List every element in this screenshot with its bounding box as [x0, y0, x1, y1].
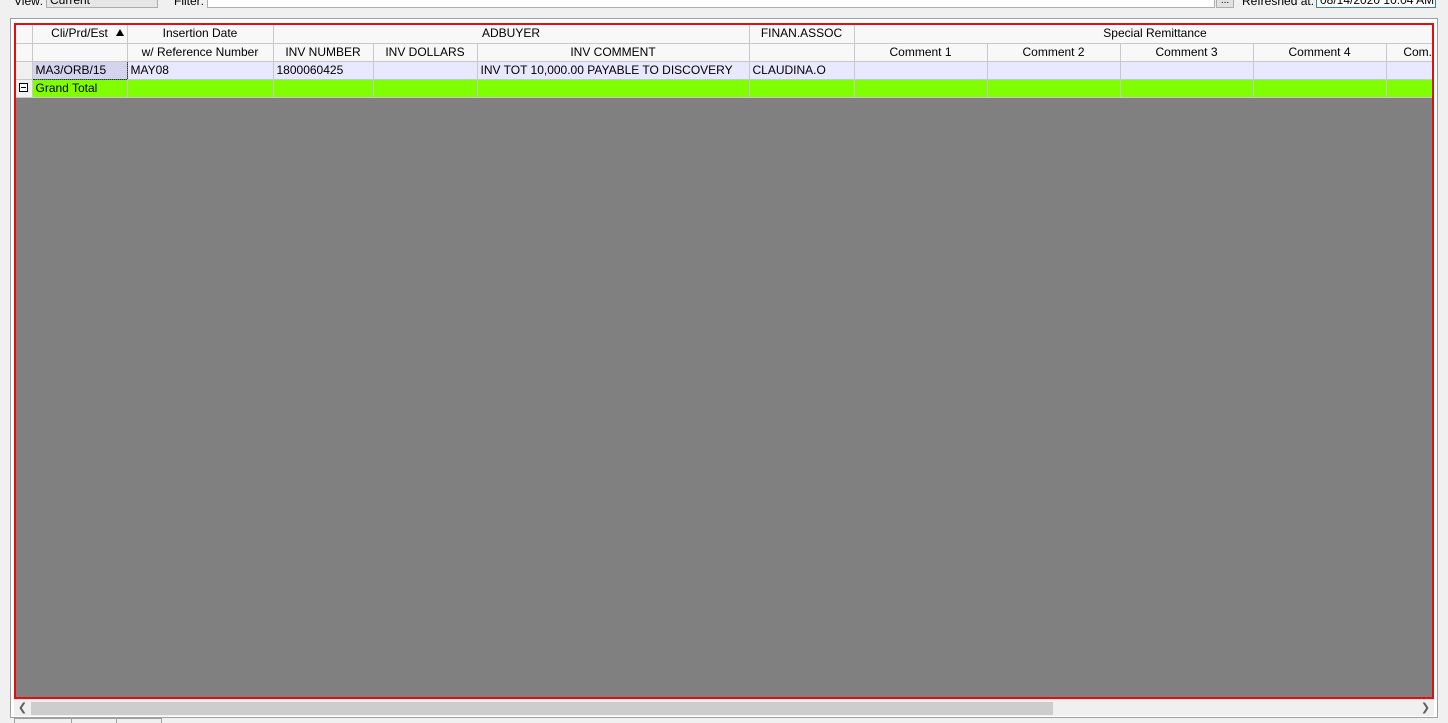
total-cell: [1120, 79, 1254, 98]
row-selector[interactable]: [16, 61, 33, 80]
cell-inv-dollars[interactable]: [373, 61, 478, 80]
total-cell: [373, 79, 478, 98]
cell-comment-4[interactable]: [1253, 61, 1387, 80]
filter-input[interactable]: [207, 0, 1215, 8]
group-header-special-remittance[interactable]: Special Remittance: [854, 25, 1432, 44]
col-header-blank: [32, 43, 128, 62]
toolbar: View: Current Filter: ... Refreshed at: …: [0, 0, 1448, 12]
col-header-comment-5[interactable]: Com...: [1386, 43, 1432, 62]
col-header-comment-3[interactable]: Comment 3: [1120, 43, 1254, 62]
col-header-comment-4[interactable]: Comment 4: [1253, 43, 1387, 62]
total-cell: [854, 79, 988, 98]
col-header-finan-blank: [749, 43, 855, 62]
total-cell: [987, 79, 1121, 98]
cell-comment-2[interactable]: [987, 61, 1121, 80]
filter-browse-button[interactable]: ...: [1216, 0, 1234, 8]
cell-comment-5[interactable]: [1386, 61, 1432, 80]
sheet-tab[interactable]: [14, 718, 72, 723]
total-cell: [477, 79, 750, 98]
refreshed-label: Refreshed at:: [1242, 0, 1315, 8]
cell-insertion-date[interactable]: MAY08: [127, 61, 274, 80]
cell-inv-number[interactable]: 1800060425: [273, 61, 374, 80]
cell-finan-assoc[interactable]: CLAUDINA.O: [749, 61, 855, 80]
sheet-tab[interactable]: [71, 718, 117, 723]
col-header-ref-number[interactable]: w/ Reference Number: [127, 43, 274, 62]
col-header-finan-assoc[interactable]: FINAN.ASSOC: [749, 25, 855, 44]
refreshed-field[interactable]: 08/14/2020 10:04 AM: [1316, 0, 1436, 8]
col-header-inv-number[interactable]: INV NUMBER: [273, 43, 374, 62]
total-cell: [749, 79, 855, 98]
col-header-comment-1[interactable]: Comment 1: [854, 43, 988, 62]
header-selector: [16, 43, 33, 62]
collapse-minus-icon[interactable]: [19, 82, 29, 92]
col-header-inv-comment[interactable]: INV COMMENT: [477, 43, 750, 62]
filter-label: Filter:: [174, 0, 204, 8]
total-cell: [273, 79, 374, 98]
cell-comment-3[interactable]: [1120, 61, 1254, 80]
total-cell: [1253, 79, 1387, 98]
total-cell: [127, 79, 274, 98]
col-header-inv-dollars[interactable]: INV DOLLARS: [373, 43, 478, 62]
scrollbar-thumb[interactable]: [31, 702, 1053, 715]
chevron-right-icon[interactable]: ❯: [1417, 700, 1434, 717]
col-header-cli-prd-est[interactable]: Cli/Prd/Est: [32, 25, 128, 44]
grid-table: Cli/Prd/Est Insertion Date ADBUYER FINAN…: [16, 25, 1432, 98]
cell-comment-1[interactable]: [854, 61, 988, 80]
grand-total-label: Grand Total: [32, 79, 128, 98]
col-header-label: Cli/Prd/Est: [51, 26, 108, 41]
header-row-1: Cli/Prd/Est Insertion Date ADBUYER FINAN…: [16, 25, 1432, 44]
cell-cli-prd-est[interactable]: MA3/ORB/15: [31, 60, 128, 80]
collapse-toggle[interactable]: [16, 79, 33, 98]
table-row[interactable]: MA3/ORB/15 MAY08 1800060425 INV TOT 10,0…: [16, 60, 1432, 80]
col-header-comment-2[interactable]: Comment 2: [987, 43, 1121, 62]
header-selector: [16, 25, 33, 44]
header-row-2: w/ Reference Number INV NUMBER INV DOLLA…: [16, 43, 1432, 62]
group-header-adbuyer[interactable]: ADBUYER: [273, 25, 750, 44]
chevron-left-icon[interactable]: ❮: [14, 700, 31, 717]
view-select[interactable]: Current: [46, 0, 158, 8]
total-cell: [1386, 79, 1432, 98]
grand-total-row[interactable]: Grand Total: [16, 79, 1432, 98]
sort-ascending-icon: [115, 29, 124, 36]
sheet-tab[interactable]: [116, 718, 162, 723]
horizontal-scrollbar[interactable]: ❮ ❯: [14, 699, 1434, 716]
cell-inv-comment[interactable]: INV TOT 10,000.00 PAYABLE TO DISCOVERY: [477, 61, 750, 80]
data-grid[interactable]: Cli/Prd/Est Insertion Date ADBUYER FINAN…: [14, 23, 1434, 699]
view-label: View:: [14, 0, 44, 8]
col-header-insertion-date[interactable]: Insertion Date: [127, 25, 274, 44]
